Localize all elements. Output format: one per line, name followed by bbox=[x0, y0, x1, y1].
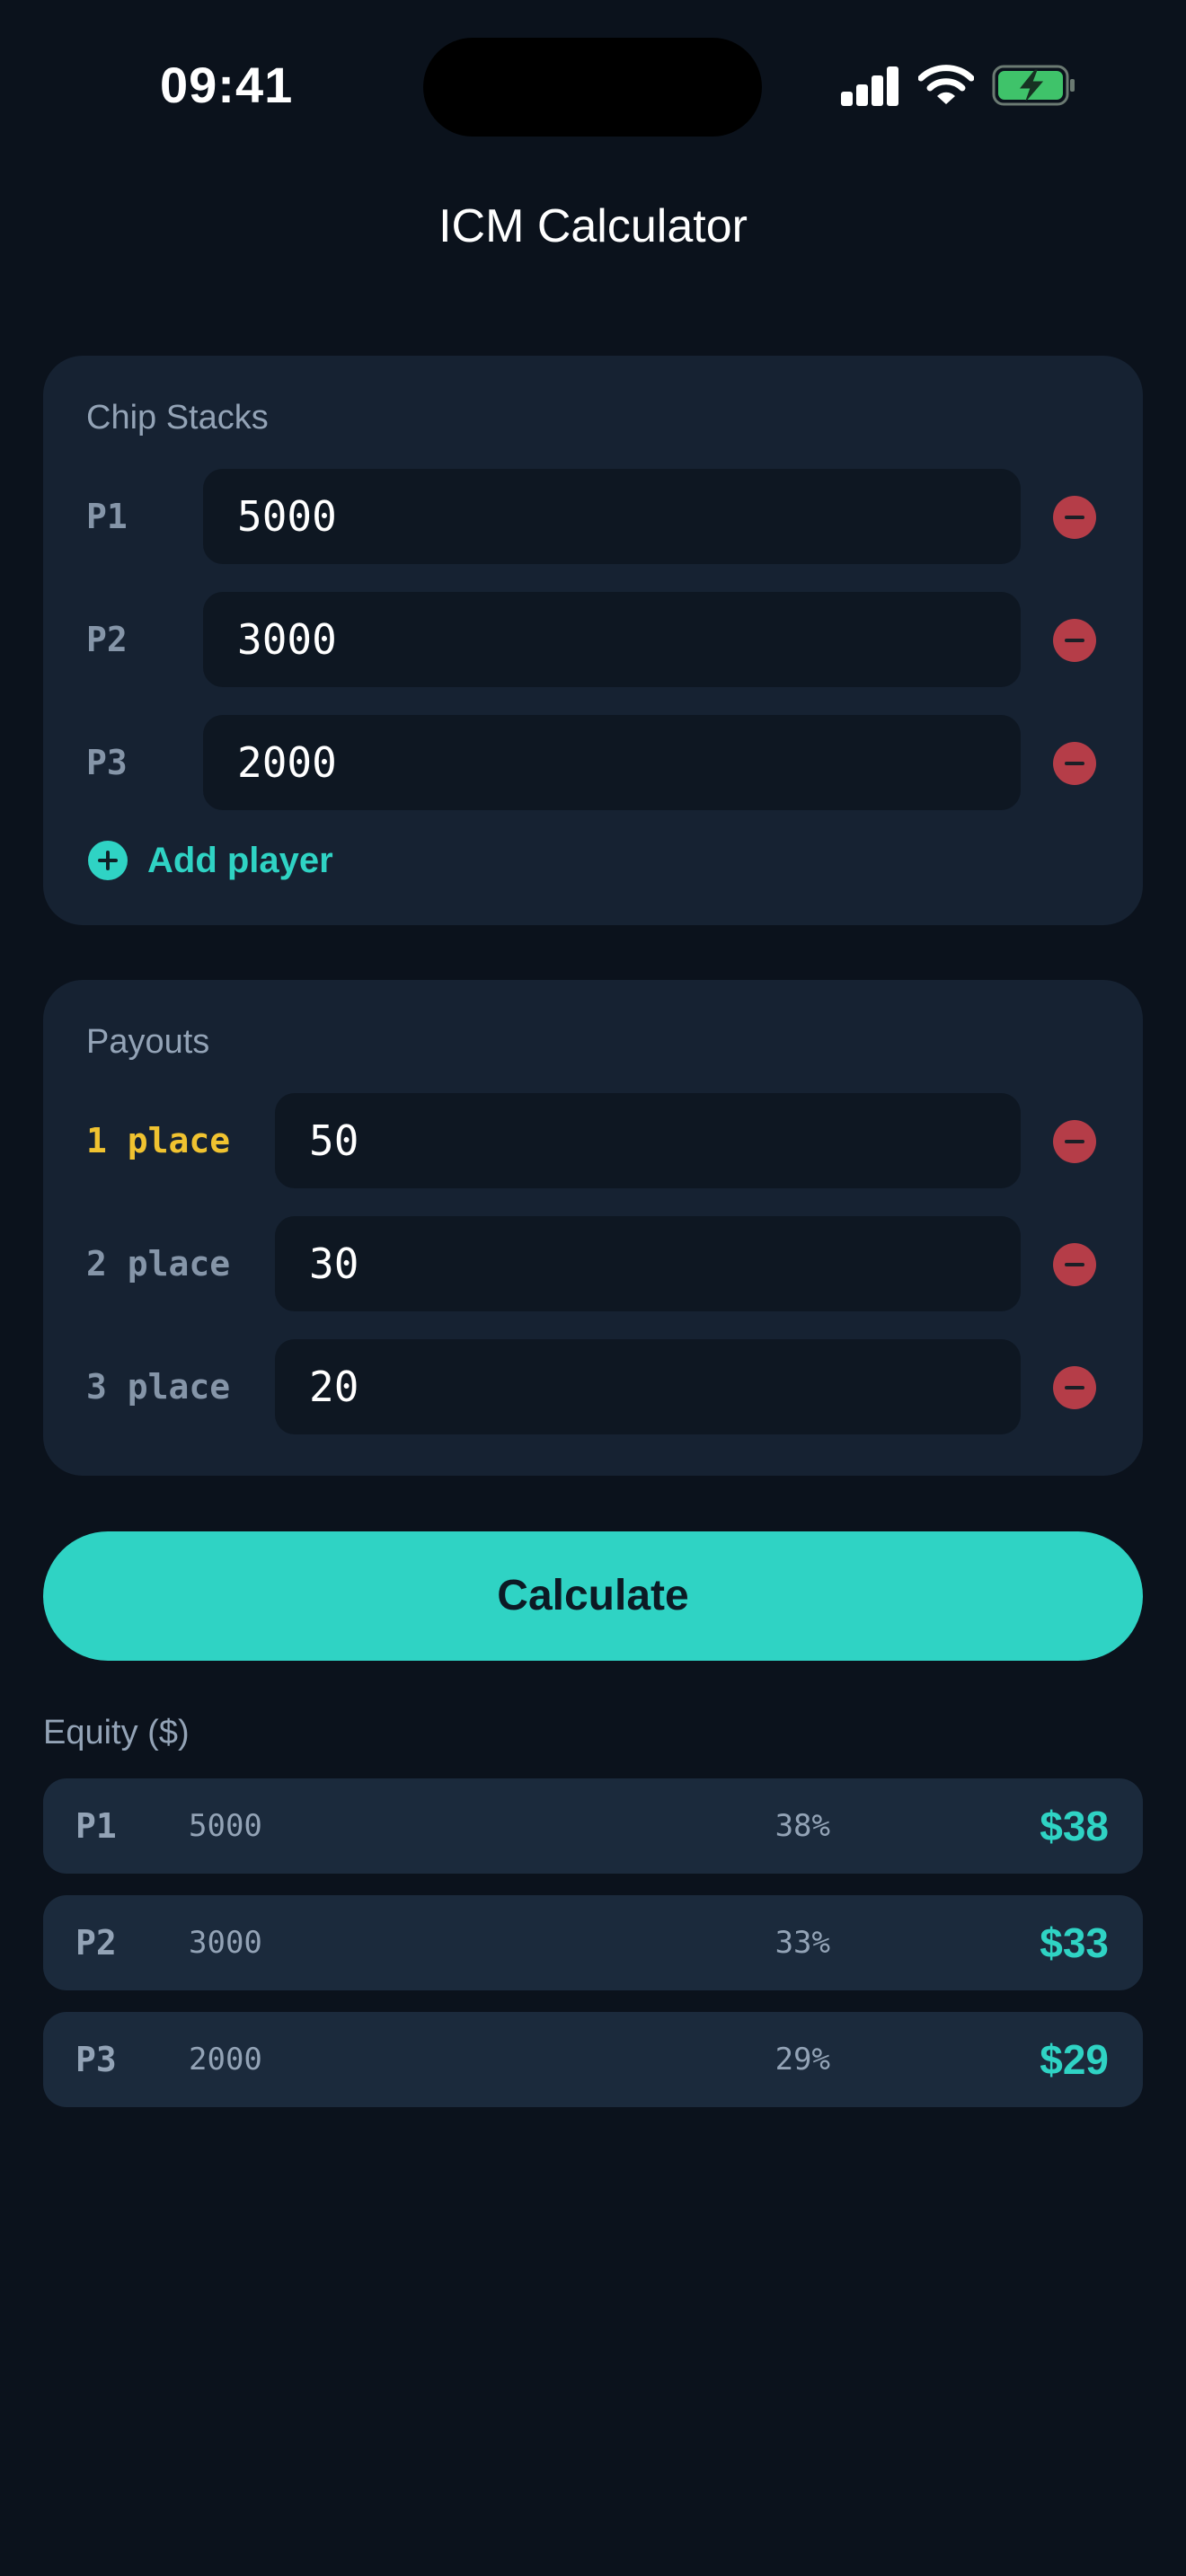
payout-input[interactable]: 20 bbox=[275, 1339, 1021, 1434]
payout-row: 3 place 20 bbox=[43, 1339, 1143, 1434]
payout-row: 1 place 50 bbox=[43, 1093, 1143, 1188]
remove-payout-button[interactable] bbox=[1053, 1120, 1096, 1163]
payout-input[interactable]: 30 bbox=[275, 1216, 1021, 1311]
player-row: P1 5000 bbox=[43, 469, 1143, 564]
dynamic-island bbox=[423, 38, 762, 137]
status-time: 09:41 bbox=[160, 57, 294, 113]
equity-row: P1 5000 38% $38 bbox=[43, 1778, 1143, 1874]
equity-percent: 29% bbox=[774, 2042, 830, 2078]
payout-input[interactable]: 50 bbox=[275, 1093, 1021, 1188]
equity-chips: 2000 bbox=[189, 2042, 262, 2078]
player-row: P3 2000 bbox=[43, 715, 1143, 810]
wifi-icon bbox=[918, 65, 974, 104]
payouts-card: Payouts 1 place 50 2 place 30 3 place 20 bbox=[43, 980, 1143, 1476]
equity-percent: 38% bbox=[774, 1808, 830, 1844]
place-label: 2 place bbox=[86, 1244, 231, 1284]
equity-value: $38 bbox=[1040, 1803, 1109, 1849]
remove-player-button[interactable] bbox=[1053, 742, 1096, 785]
equity-player: P1 bbox=[75, 1806, 117, 1846]
payouts-label: Payouts bbox=[86, 1023, 210, 1061]
chip-stack-input[interactable]: 2000 bbox=[203, 715, 1021, 810]
payout-row: 2 place 30 bbox=[43, 1216, 1143, 1311]
equity-row: P3 2000 29% $29 bbox=[43, 2012, 1143, 2107]
player-label: P1 bbox=[86, 497, 128, 536]
equity-chips: 5000 bbox=[189, 1808, 262, 1844]
equity-label: Equity ($) bbox=[43, 1714, 190, 1751]
equity-value: $29 bbox=[1040, 2036, 1109, 2083]
calculate-button[interactable]: Calculate bbox=[43, 1531, 1143, 1661]
equity-player: P3 bbox=[75, 2040, 117, 2079]
equity-chips: 3000 bbox=[189, 1925, 262, 1961]
place-label: 3 place bbox=[86, 1367, 231, 1407]
player-label: P3 bbox=[86, 743, 128, 782]
chip-stack-input[interactable]: 3000 bbox=[203, 592, 1021, 687]
player-row: P2 3000 bbox=[43, 592, 1143, 687]
cellular-signal-icon bbox=[841, 66, 900, 106]
place-label: 1 place bbox=[86, 1121, 231, 1160]
player-label: P2 bbox=[86, 620, 128, 659]
remove-player-button[interactable] bbox=[1053, 619, 1096, 662]
add-player-label: Add player bbox=[147, 841, 333, 880]
plus-circle-icon bbox=[88, 841, 128, 880]
equity-player: P2 bbox=[75, 1923, 117, 1963]
remove-player-button[interactable] bbox=[1053, 496, 1096, 539]
remove-payout-button[interactable] bbox=[1053, 1366, 1096, 1409]
equity-value: $33 bbox=[1040, 1919, 1109, 1966]
equity-percent: 33% bbox=[774, 1925, 830, 1961]
chip-stack-input[interactable]: 5000 bbox=[203, 469, 1021, 564]
chip-stacks-label: Chip Stacks bbox=[86, 399, 269, 437]
battery-charging-icon bbox=[992, 65, 1075, 106]
remove-payout-button[interactable] bbox=[1053, 1243, 1096, 1286]
equity-row: P2 3000 33% $33 bbox=[43, 1895, 1143, 1990]
page-title: ICM Calculator bbox=[438, 200, 748, 252]
